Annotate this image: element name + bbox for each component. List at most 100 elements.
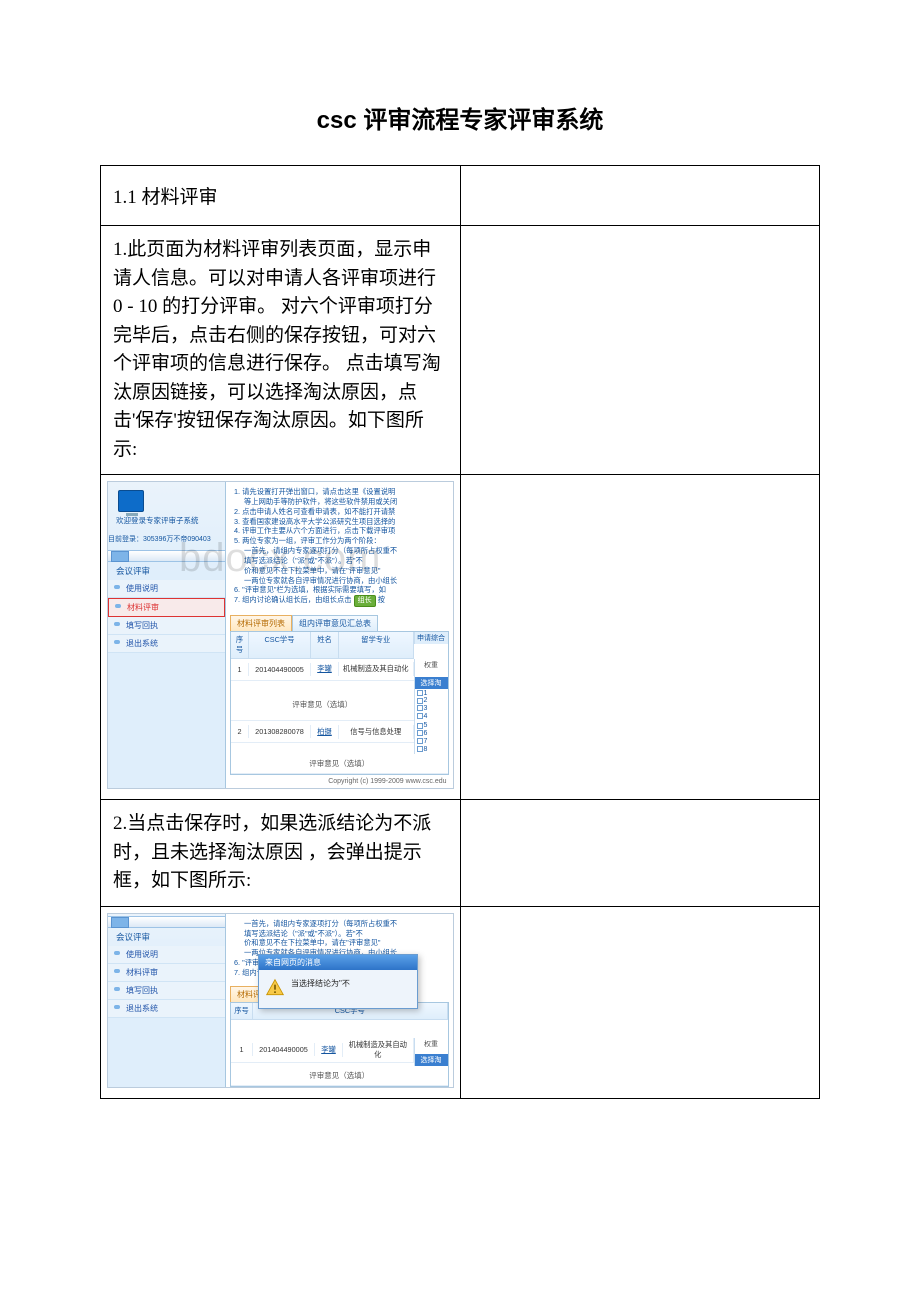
instr-num: 5.: [234, 536, 240, 545]
instr-text: 查看国家建设高水平大学公派研究生项目选择的: [242, 517, 395, 526]
document-table: 1.1 材料评审 1.此页面为材料评审列表页面，显示申请人信息。可以对申请人各评…: [100, 165, 820, 1099]
checkbox-label: 6: [424, 730, 428, 737]
page-title: csc 评审流程专家评审系统: [100, 100, 820, 135]
th-major: 留学专业: [339, 632, 414, 658]
cell-screenshot-1: 欢迎登录专家评审子系统 目前登录：305396万不帝090403 会议评审 使用…: [101, 475, 461, 800]
sidebar-tab-icon: [111, 551, 129, 562]
opinion-label: 评审意见（选填）: [233, 699, 412, 710]
sidebar-item-receipt[interactable]: 填写回执: [108, 982, 225, 1000]
sidebar-item-label: 填写回执: [126, 986, 158, 995]
cell-empty: [460, 906, 820, 1098]
checkbox-8[interactable]: [417, 746, 423, 752]
checkbox-label: 7: [424, 738, 428, 745]
computer-icon: [118, 490, 144, 512]
applicant-name-link[interactable]: 柏摄: [317, 727, 332, 736]
sidebar-item-usage[interactable]: 使用说明: [108, 580, 225, 598]
instr-text: 两位专家为一组，评审工作分为两个阶段：: [242, 536, 381, 545]
select-eliminate-link[interactable]: 选择淘: [415, 677, 448, 689]
tab-group-summary[interactable]: 组内评审意见汇总表: [292, 615, 378, 631]
sidebar-item-logout[interactable]: 退出系统: [108, 635, 225, 653]
sidebar: 会议评审 使用说明 材料评审 填写回执 退出系统: [108, 914, 226, 1087]
paragraph-2: 2.当点击保存时，如果选派结论为不派时，且未选择淘汰原因 ，会弹出提示框，如下图…: [113, 810, 448, 896]
review-table: 序号 CSC学号 1 201404490005 李罐 机械制造及其自动化: [230, 1002, 449, 1087]
sidebar-item-label: 材料评审: [126, 968, 158, 977]
sidebar-item-material-review[interactable]: 材料评审: [108, 598, 225, 617]
alert-dialog: 来自网页的消息 当选择结论为"不: [258, 954, 418, 1009]
instr-text: "评审意见"栏为选填，根据实际需要填写，如: [242, 585, 386, 594]
instr-text: 组内讨论确认组长后，由组长点击: [242, 595, 351, 604]
td-index: 1: [231, 1043, 253, 1056]
instr-text: 点击申请人姓名可查看申请表，如不能打开请禁: [242, 507, 395, 516]
th-index: 序号: [231, 632, 249, 658]
cell-para1: 1.此页面为材料评审列表页面，显示申请人信息。可以对申请人各评审项进行 0 - …: [101, 226, 461, 475]
dialog-title: 来自网页的消息: [259, 955, 417, 970]
th-name: 姓名: [311, 632, 339, 658]
table-row: 2 201308280078 柏摄 信号与信息处理: [231, 721, 414, 743]
table-row: 1 201404490005 李罐 机械制造及其自动化: [231, 659, 414, 681]
instr-text: 价和意见不在下拉菜单中，请在"评审意见": [244, 566, 381, 575]
th-apply: 申请综合: [414, 632, 448, 644]
checkbox-label: 3: [424, 705, 428, 712]
sidebar-item-logout[interactable]: 退出系统: [108, 1000, 225, 1018]
td-csc: 201308280078: [249, 725, 311, 738]
login-info: 目前登录：305396万不帝090403: [108, 534, 225, 544]
instr-text: 填写选派结论（"派"或"不派"）。若"不: [244, 556, 363, 565]
instr-num: 4.: [234, 526, 240, 535]
td-major: 信号与信息处理: [339, 725, 414, 739]
checkbox-1[interactable]: [417, 690, 423, 696]
applicant-name-link[interactable]: 李罐: [317, 664, 332, 673]
paragraph-1: 1.此页面为材料评审列表页面，显示申请人信息。可以对申请人各评审项进行 0 - …: [113, 236, 448, 464]
sidebar-section-title[interactable]: 会议评审: [108, 928, 225, 946]
applicant-name-link[interactable]: 李罐: [321, 1045, 336, 1054]
reason-checkboxes: 1 2 3 4: [414, 689, 448, 722]
screenshot-2: 会议评审 使用说明 材料评审 填写回执 退出系统 一首先，请组内专家逐项打分（每…: [107, 913, 454, 1088]
review-table: 序号 CSC学号 姓名 留学专业 申请综合: [230, 631, 449, 776]
sidebar-item-label: 退出系统: [126, 1004, 158, 1013]
instr-text: 一两位专家就各自评审情况进行协商，由小组长: [244, 576, 397, 585]
sidebar-item-label: 填写回执: [126, 621, 158, 630]
instr-num: 7.: [234, 968, 240, 977]
instr-text: 填写选派结论（"派"或"不派"）。若"不: [244, 929, 363, 938]
cell-empty: [460, 800, 820, 907]
instr-num: 1.: [234, 487, 240, 496]
th-index: 序号: [231, 1003, 253, 1019]
cell-empty: [460, 475, 820, 800]
instr-text: 价和意见不在下拉菜单中，请在"评审意见": [244, 938, 381, 947]
instr-text: 一首先，请组内专家逐项打分（每项所占权重不: [244, 546, 397, 555]
checkbox-label: 4: [424, 713, 428, 720]
checkbox-4[interactable]: [417, 713, 423, 719]
instr-text: 一首先，请组内专家逐项打分（每项所占权重不: [244, 919, 397, 928]
sidebar-item-label: 材料评审: [127, 603, 159, 612]
instr-num: 2.: [234, 507, 240, 516]
instr-text: 请先设置打开弹出窗口，请点击这里《设置说明: [242, 487, 395, 496]
group-leader-button[interactable]: 组长: [354, 595, 376, 606]
opinion-label: 评审意见（选填）: [233, 758, 446, 769]
sidebar: 欢迎登录专家评审子系统 目前登录：305396万不帝090403 会议评审 使用…: [108, 482, 226, 788]
sidebar-item-receipt[interactable]: 填写回执: [108, 617, 225, 635]
section-heading: 1.1 材料评审: [113, 176, 448, 215]
sidebar-item-usage[interactable]: 使用说明: [108, 946, 225, 964]
sidebar-section-title[interactable]: 会议评审: [108, 562, 225, 580]
td-csc: 201404490005: [253, 1043, 315, 1056]
cell-para2: 2.当点击保存时，如果选派结论为不派时，且未选择淘汰原因 ，会弹出提示框，如下图…: [101, 800, 461, 907]
opinion-label: 评审意见（选填）: [233, 1070, 446, 1081]
instr-num: 6.: [234, 585, 240, 594]
checkbox-5[interactable]: [417, 723, 423, 729]
cell-screenshot-2: 会议评审 使用说明 材料评审 填写回执 退出系统 一首先，请组内专家逐项打分（每…: [101, 906, 461, 1098]
tab-material-list[interactable]: 材料评审列表: [230, 615, 292, 631]
instr-text: 评审工作主要从六个方面进行，点击下载评审项: [242, 526, 395, 535]
table-row: 1 201404490005 李罐 机械制造及其自动化: [231, 1038, 414, 1063]
cell-empty: [460, 226, 820, 475]
th-csc: CSC学号: [249, 632, 311, 658]
cell-section-heading: 1.1 材料评审: [101, 166, 461, 226]
copyright-text: Copyright (c) 1999-2009 www.csc.edu: [226, 775, 453, 788]
sidebar-item-material-review[interactable]: 材料评审: [108, 964, 225, 982]
select-eliminate-link[interactable]: 选择淘: [415, 1054, 448, 1066]
checkbox-2[interactable]: [417, 698, 423, 704]
sidebar-tab-icon: [111, 917, 129, 928]
checkbox-3[interactable]: [417, 705, 423, 711]
instr-num: 3.: [234, 517, 240, 526]
checkbox-label: 2: [424, 697, 428, 704]
checkbox-6[interactable]: [417, 730, 423, 736]
checkbox-7[interactable]: [417, 738, 423, 744]
